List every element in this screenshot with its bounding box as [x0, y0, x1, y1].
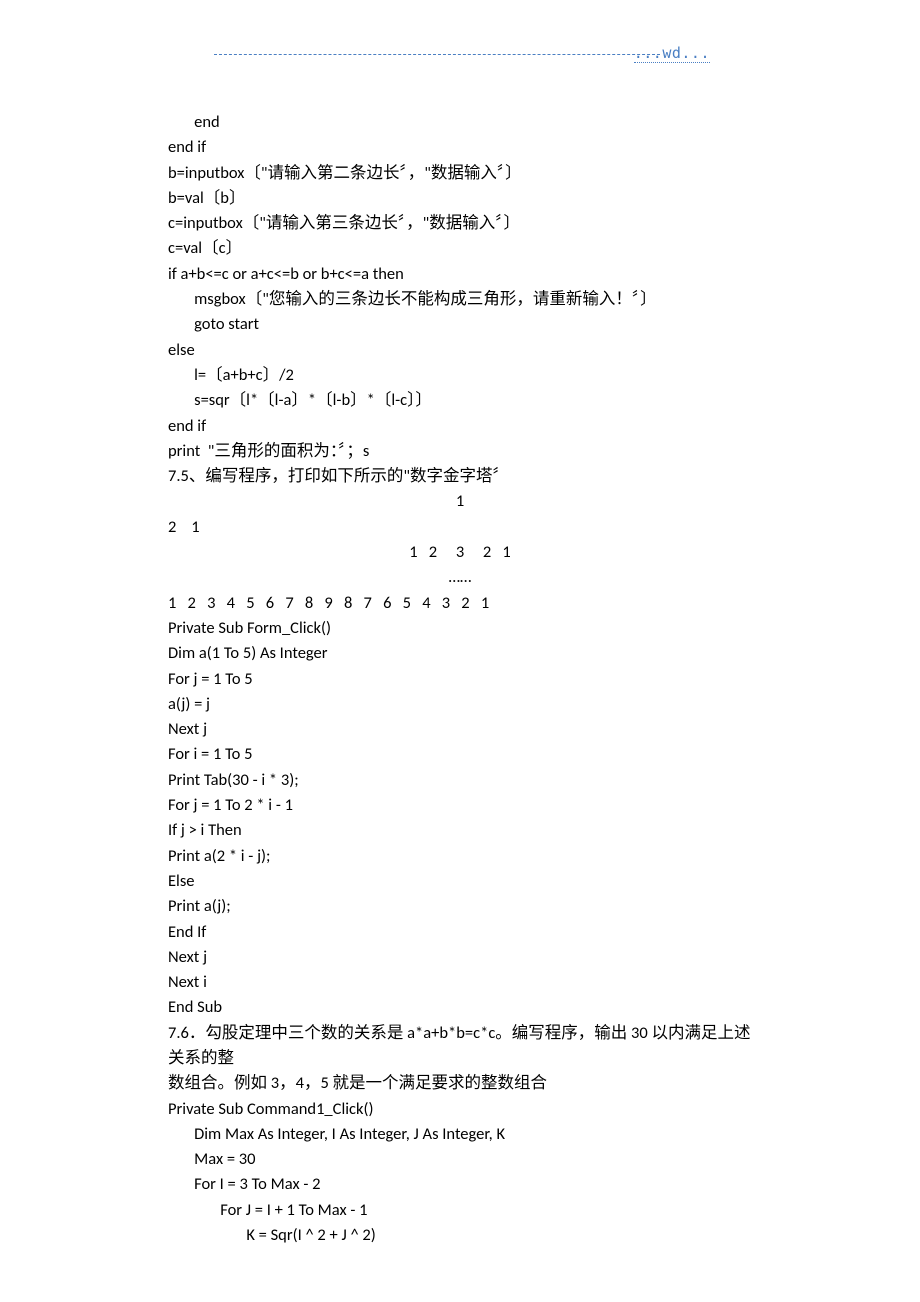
- code-line: l=〔a+b+c〕/2: [168, 363, 752, 388]
- code-line: Next j: [168, 717, 752, 742]
- code-line: K = Sqr(I ^ 2 + J ^ 2): [168, 1223, 752, 1248]
- code-line: else: [168, 338, 752, 363]
- code-line: a(j) = j: [168, 692, 752, 717]
- code-line: 1: [168, 489, 752, 514]
- header-dash-line: [214, 54, 660, 55]
- code-line: end: [168, 110, 752, 135]
- code-line: For j = 1 To 5: [168, 667, 752, 692]
- code-line: Private Sub Form_Click(): [168, 616, 752, 641]
- code-line: 7.5、编写程序，打印如下所示的"数字金字塔〞: [168, 464, 752, 489]
- code-line: Print a(j);: [168, 894, 752, 919]
- code-line: c=inputbox〔"请输入第三条边长〞，"数据输入〞〕: [168, 211, 752, 236]
- code-line: Print a(2 * i - j);: [168, 844, 752, 869]
- page-header: ...wd...: [214, 48, 710, 64]
- code-line: ……: [168, 565, 752, 590]
- code-line: For J = I + 1 To Max - 1: [168, 1198, 752, 1223]
- code-line: 1 2 3 2 1: [168, 540, 752, 565]
- code-line: msgbox〔"您输入的三条边长不能构成三角形，请重新输入！〞〕: [168, 287, 752, 312]
- code-line: End Sub: [168, 995, 752, 1020]
- code-line: For j = 1 To 2 * i - 1: [168, 793, 752, 818]
- code-line: Dim Max As Integer, I As Integer, J As I…: [168, 1122, 752, 1147]
- code-line: end if: [168, 414, 752, 439]
- code-line: For i = 1 To 5: [168, 742, 752, 767]
- code-line: b=inputbox〔"请输入第二条边长〞，"数据输入〞〕: [168, 161, 752, 186]
- code-line: Next i: [168, 970, 752, 995]
- code-line: 数组合。例如 3，4，5 就是一个满足要求的整数组合: [168, 1071, 752, 1096]
- code-line: end if: [168, 135, 752, 160]
- code-line: 7.6．勾股定理中三个数的关系是 a*a+b*b=c*c。编写程序，输出 30 …: [168, 1021, 752, 1072]
- code-line: End If: [168, 920, 752, 945]
- code-line: goto start: [168, 312, 752, 337]
- code-line: If j > i Then: [168, 818, 752, 843]
- code-line: 1 2 3 4 5 6 7 8 9 8 7 6 5 4 3 2 1: [168, 591, 752, 616]
- code-line: b=val〔b〕: [168, 186, 752, 211]
- header-wd-text: ...wd...: [634, 44, 710, 62]
- code-line: 2 1: [168, 515, 752, 540]
- code-line: print "三角形的面积为：〞；s: [168, 439, 752, 464]
- code-line: Next j: [168, 945, 752, 970]
- code-line: Private Sub Command1_Click(): [168, 1097, 752, 1122]
- code-line: Else: [168, 869, 752, 894]
- document-body: endend ifb=inputbox〔"请输入第二条边长〞，"数据输入〞〕b=…: [168, 110, 752, 1248]
- code-line: Print Tab(30 - i * 3);: [168, 768, 752, 793]
- code-line: s=sqr〔l*〔l-a〕*〔l-b〕*〔l-c〕〕: [168, 388, 752, 413]
- code-line: Max = 30: [168, 1147, 752, 1172]
- code-line: if a+b<=c or a+c<=b or b+c<=a then: [168, 262, 752, 287]
- code-line: Dim a(1 To 5) As Integer: [168, 641, 752, 666]
- code-line: c=val〔c〕: [168, 236, 752, 261]
- code-line: For I = 3 To Max - 2: [168, 1172, 752, 1197]
